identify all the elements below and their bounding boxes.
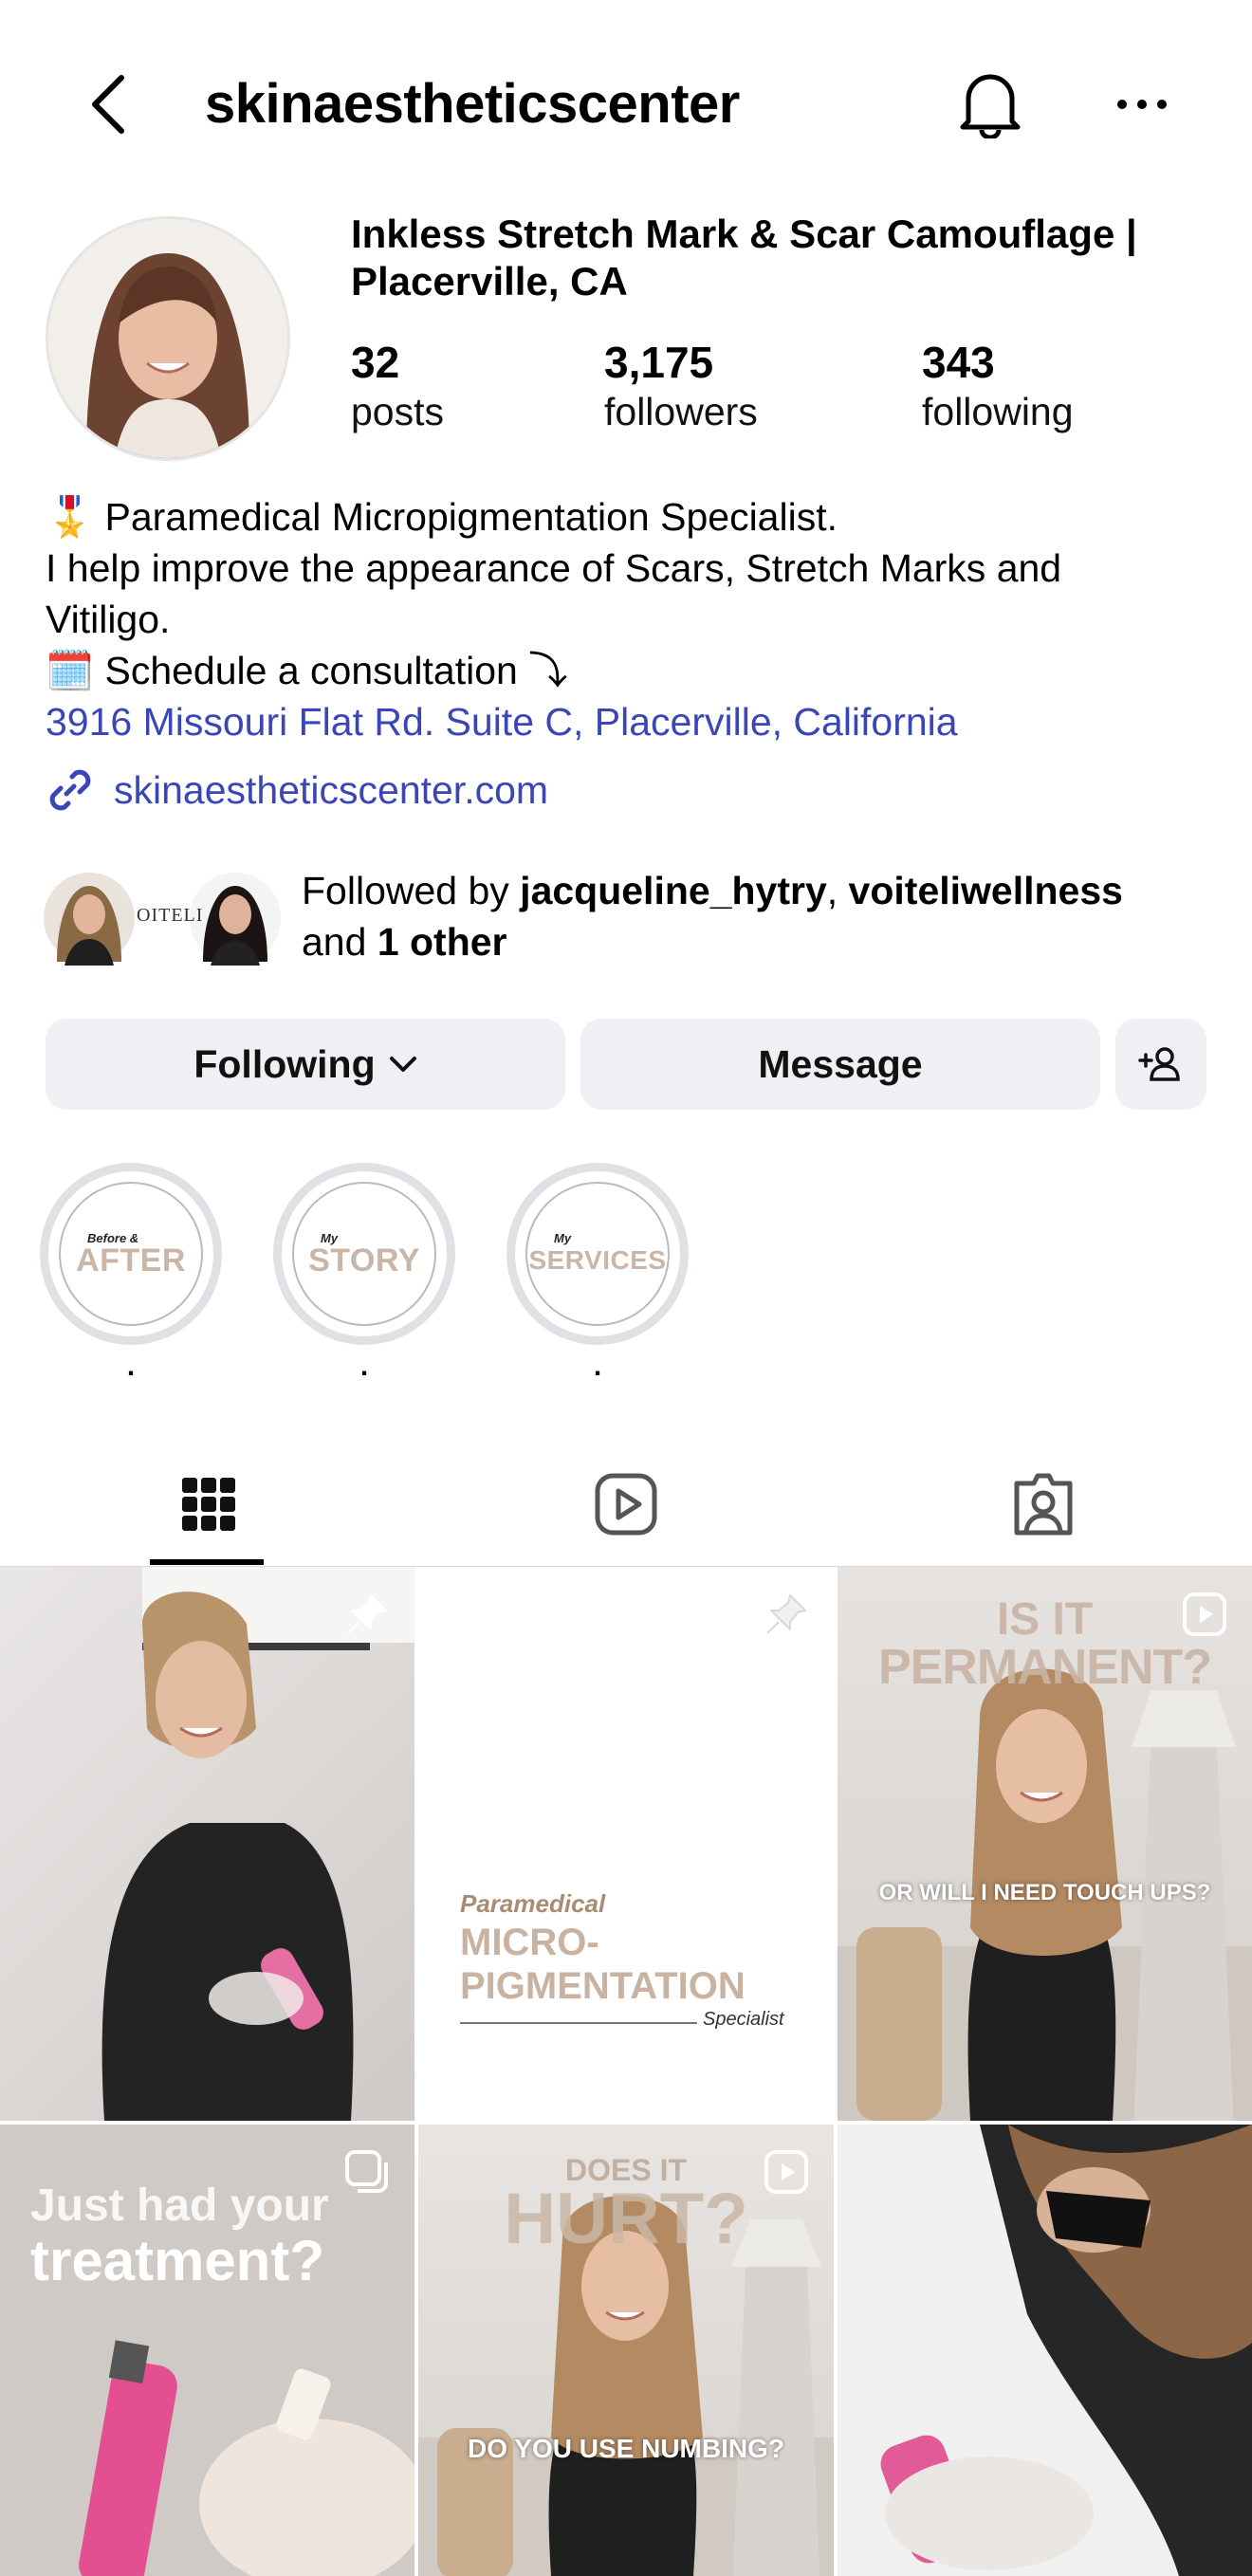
mutual-followers-avatars[interactable]: OITELI [44, 871, 281, 966]
followed-by-prefix: Followed by [302, 869, 521, 912]
post-thumbnail[interactable]: IS IT PERMANENT? OR WILL I NEED TOUCH UP… [838, 1567, 1252, 2121]
followed-by-text[interactable]: Followed by jacqueline_hytry, voiteliwel… [302, 865, 1212, 967]
pin-icon [760, 1588, 813, 1641]
tab-posts-grid[interactable] [0, 1442, 417, 1567]
highlight-big-text: AFTER [76, 1242, 186, 1279]
post-thumbnail[interactable] [0, 1567, 414, 2121]
post3-bottom: OR WILL I NEED TOUCH UPS? [878, 1880, 1211, 1905]
more-options-icon[interactable] [1100, 63, 1184, 146]
profile-bio: 🎖️ Paramedical Micropigmentation Special… [46, 491, 1212, 747]
tab-tagged[interactable] [835, 1442, 1252, 1567]
post-image [880, 2125, 1252, 2576]
arrow-down-icon: ⤵ [528, 649, 568, 692]
profile-username: skinaestheticscenter [205, 73, 740, 135]
message-button[interactable]: Message [580, 1019, 1100, 1110]
mutual-user-1[interactable]: jacqueline_hytry [520, 869, 827, 912]
grid-icon [182, 1478, 235, 1531]
link-icon [49, 769, 91, 811]
pin-icon [341, 1588, 394, 1641]
divider-line [460, 2022, 697, 2024]
highlight-ring: My STORY [273, 1163, 455, 1345]
bio-line3: Vitiligo. [46, 598, 171, 641]
reels-icon [595, 1473, 657, 1536]
bio-line1: Paramedical Micropigmentation Specialist… [104, 495, 838, 539]
post2-line4: Specialist [703, 2009, 784, 2030]
post5-bottom: DO YOU USE NUMBING? [468, 2434, 784, 2463]
post-thumbnail[interactable]: Paramedical MICRO- PIGMENTATION Speciali… [418, 1567, 834, 2121]
profile-tabs [0, 1442, 1252, 1567]
bell-icon[interactable] [948, 63, 1032, 146]
following-label: following [922, 390, 1074, 433]
following-button-label: Following [193, 1041, 376, 1086]
post2-line3: PIGMENTATION [460, 1965, 746, 2007]
followers-stat[interactable]: 3,175 followers [604, 338, 758, 436]
back-arrow-icon[interactable] [74, 66, 142, 142]
followers-count: 3,175 [604, 338, 714, 387]
highlight-big-text: STORY [308, 1242, 420, 1279]
highlight-big-text: SERVICES [528, 1245, 667, 1275]
medal-emoji: 🎖️ [46, 495, 95, 539]
post2-line2: MICRO- [460, 1922, 599, 1963]
display-name-line1: Inkless Stretch Mark & Scar Camouflage | [351, 212, 1137, 256]
profile-display-name: Inkless Stretch Mark & Scar Camouflage |… [351, 211, 1205, 305]
profile-avatar[interactable] [46, 216, 290, 461]
highlight-small-text: My [321, 1231, 339, 1245]
followed-by-and: and [302, 920, 377, 964]
post-thumbnail[interactable]: DOES IT HURT? DO YOU USE NUMBING? [418, 2125, 834, 2576]
posts-grid: Paramedical MICRO- PIGMENTATION Speciali… [0, 1567, 1252, 2576]
posts-label: posts [351, 390, 444, 433]
highlight-caption: . [593, 1351, 602, 1382]
message-button-label: Message [758, 1041, 923, 1086]
reel-icon [760, 2145, 813, 2199]
address-link[interactable]: 3916 Missouri Flat Rd. Suite C, Placervi… [46, 696, 1212, 747]
post3-top2: PERMANENT? [877, 1640, 1212, 1695]
mutual-user-2[interactable]: voiteliwellness [849, 869, 1123, 912]
display-name-line2: Placerville, CA [351, 259, 628, 304]
highlight-caption: . [126, 1351, 136, 1382]
highlight-ring: Before & AFTER [40, 1163, 222, 1345]
chevron-down-icon [389, 1057, 416, 1072]
followed-by-separator: , [826, 869, 849, 912]
add-user-icon [1138, 1047, 1180, 1081]
posts-count: 32 [351, 338, 400, 387]
following-count: 343 [922, 338, 995, 387]
post-thumbnail[interactable]: Just had your treatment? [0, 2125, 414, 2576]
website-text: skinaestheticscenter.com [114, 767, 549, 812]
followers-label: followers [604, 390, 758, 433]
post4-line1: Just had your [30, 2180, 329, 2231]
mutual-others[interactable]: 1 other [377, 920, 507, 964]
post-image [101, 1567, 414, 2121]
reel-icon [1178, 1588, 1231, 1641]
highlight-my-story[interactable]: My STORY . [273, 1163, 455, 1381]
highlight-caption: . [359, 1351, 369, 1382]
voiteli-logo-text: OITELI [137, 905, 204, 926]
posts-stat[interactable]: 32 posts [351, 338, 444, 436]
post2-line1: Paramedical [460, 1889, 606, 1918]
following-stat[interactable]: 343 following [922, 338, 1074, 436]
bio-line4: Schedule a consultation [104, 649, 518, 692]
carousel-icon [341, 2145, 394, 2199]
highlight-my-services[interactable]: My SERVICES . [506, 1163, 689, 1381]
highlight-ring: My SERVICES [506, 1163, 689, 1345]
tagged-person-icon [1014, 1473, 1073, 1536]
website-link[interactable]: skinaestheticscenter.com [46, 759, 548, 821]
active-tab-indicator [150, 1559, 264, 1565]
highlight-before-after[interactable]: Before & AFTER . [40, 1163, 222, 1381]
bio-line2: I help improve the appearance of Scars, … [46, 546, 1062, 590]
highlight-small-text: My [554, 1231, 572, 1245]
following-button[interactable]: Following [46, 1019, 565, 1110]
suggested-accounts-button[interactable] [1115, 1019, 1206, 1110]
post4-line2: treatment? [30, 2229, 325, 2292]
post-thumbnail[interactable] [838, 2125, 1252, 2576]
calendar-emoji: 🗓️ [46, 649, 95, 692]
highlight-small-text: Before & [87, 1231, 139, 1245]
top-bar: skinaestheticscenter [0, 0, 1252, 204]
tab-reels[interactable] [417, 1442, 835, 1567]
